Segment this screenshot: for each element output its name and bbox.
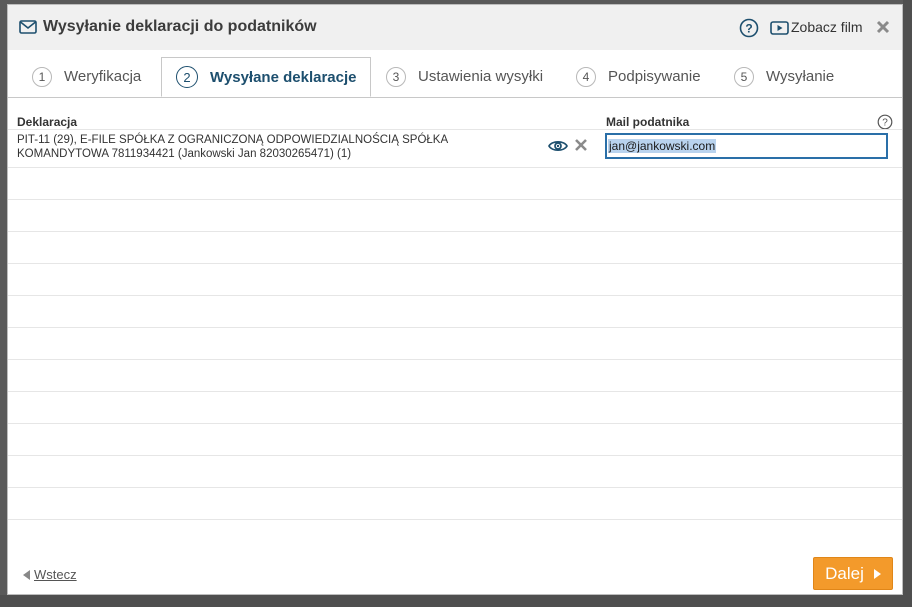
tab-label: Wysyłanie	[766, 68, 835, 85]
taxpayer-email-field[interactable]	[605, 133, 888, 159]
tab-sending[interactable]: 5 Wysyłanie	[734, 57, 834, 96]
watch-video-link[interactable]: Zobacz film	[791, 19, 863, 35]
tab-sent-declarations[interactable]: 2 Wysyłane deklaracje	[161, 57, 371, 97]
remove-icon[interactable]	[574, 138, 588, 152]
next-button[interactable]: Dalej	[813, 557, 893, 590]
back-label: Wstecz	[34, 567, 77, 582]
background-page-right	[903, 0, 912, 607]
arrow-right-icon	[873, 568, 881, 579]
table-row	[8, 167, 902, 200]
declarations-table: Deklaracja Mail podatnika ? PIT-11 (29),…	[8, 109, 902, 520]
table-row: PIT-11 (29), E-FILE SPÓŁKA Z OGRANICZONĄ…	[8, 129, 902, 162]
declaration-description: PIT-11 (29), E-FILE SPÓŁKA Z OGRANICZONĄ…	[17, 134, 448, 160]
dialog-header: Wysyłanie deklaracji do podatników ? Zob…	[8, 5, 902, 50]
step-number: 3	[386, 66, 406, 87]
help-icon[interactable]: ?	[739, 18, 759, 38]
tab-label: Weryfikacja	[64, 68, 142, 85]
tab-verification[interactable]: 1 Weryfikacja	[32, 57, 141, 96]
envelope-icon	[19, 20, 37, 34]
step-number: 2	[176, 66, 198, 88]
step-number: 5	[734, 66, 754, 87]
table-row	[8, 455, 902, 488]
table-row	[8, 295, 902, 328]
arrow-left-icon	[23, 569, 30, 580]
table-row	[8, 231, 902, 264]
send-declarations-dialog: Wysyłanie deklaracji do podatników ? Zob…	[7, 4, 903, 595]
tab-label: Wysyłane deklaracje	[210, 68, 357, 86]
wizard-tabs: 1 Weryfikacja 2 Wysyłane deklaracje 3 Us…	[8, 57, 902, 98]
close-icon[interactable]	[875, 19, 891, 35]
mail-help-icon[interactable]: ?	[877, 114, 893, 130]
table-row	[8, 423, 902, 456]
dialog-title: Wysyłanie deklaracji do podatników	[43, 18, 317, 35]
step-number: 1	[32, 66, 52, 87]
table-row	[8, 487, 902, 520]
back-button[interactable]: Wstecz	[23, 567, 77, 582]
column-header-declaration: Deklaracja	[17, 115, 78, 129]
column-header-mail: Mail podatnika	[606, 115, 690, 129]
table-row	[8, 359, 902, 392]
tab-send-settings[interactable]: 3 Ustawienia wysyłki	[386, 57, 543, 96]
step-number: 4	[576, 66, 596, 87]
table-row	[8, 199, 902, 232]
table-row	[8, 519, 902, 520]
tab-label: Podpisywanie	[608, 68, 701, 85]
tab-label: Ustawienia wysyłki	[418, 68, 544, 85]
svg-text:?: ?	[882, 118, 888, 129]
table-row	[8, 327, 902, 360]
svg-text:?: ?	[745, 22, 752, 36]
table-row	[8, 391, 902, 424]
background-page-bottom	[0, 595, 912, 607]
next-label: Dalej	[825, 563, 864, 583]
eye-icon[interactable]	[548, 138, 568, 154]
video-icon[interactable]	[770, 20, 789, 36]
tab-signing[interactable]: 4 Podpisywanie	[576, 57, 701, 96]
table-row	[8, 263, 902, 296]
